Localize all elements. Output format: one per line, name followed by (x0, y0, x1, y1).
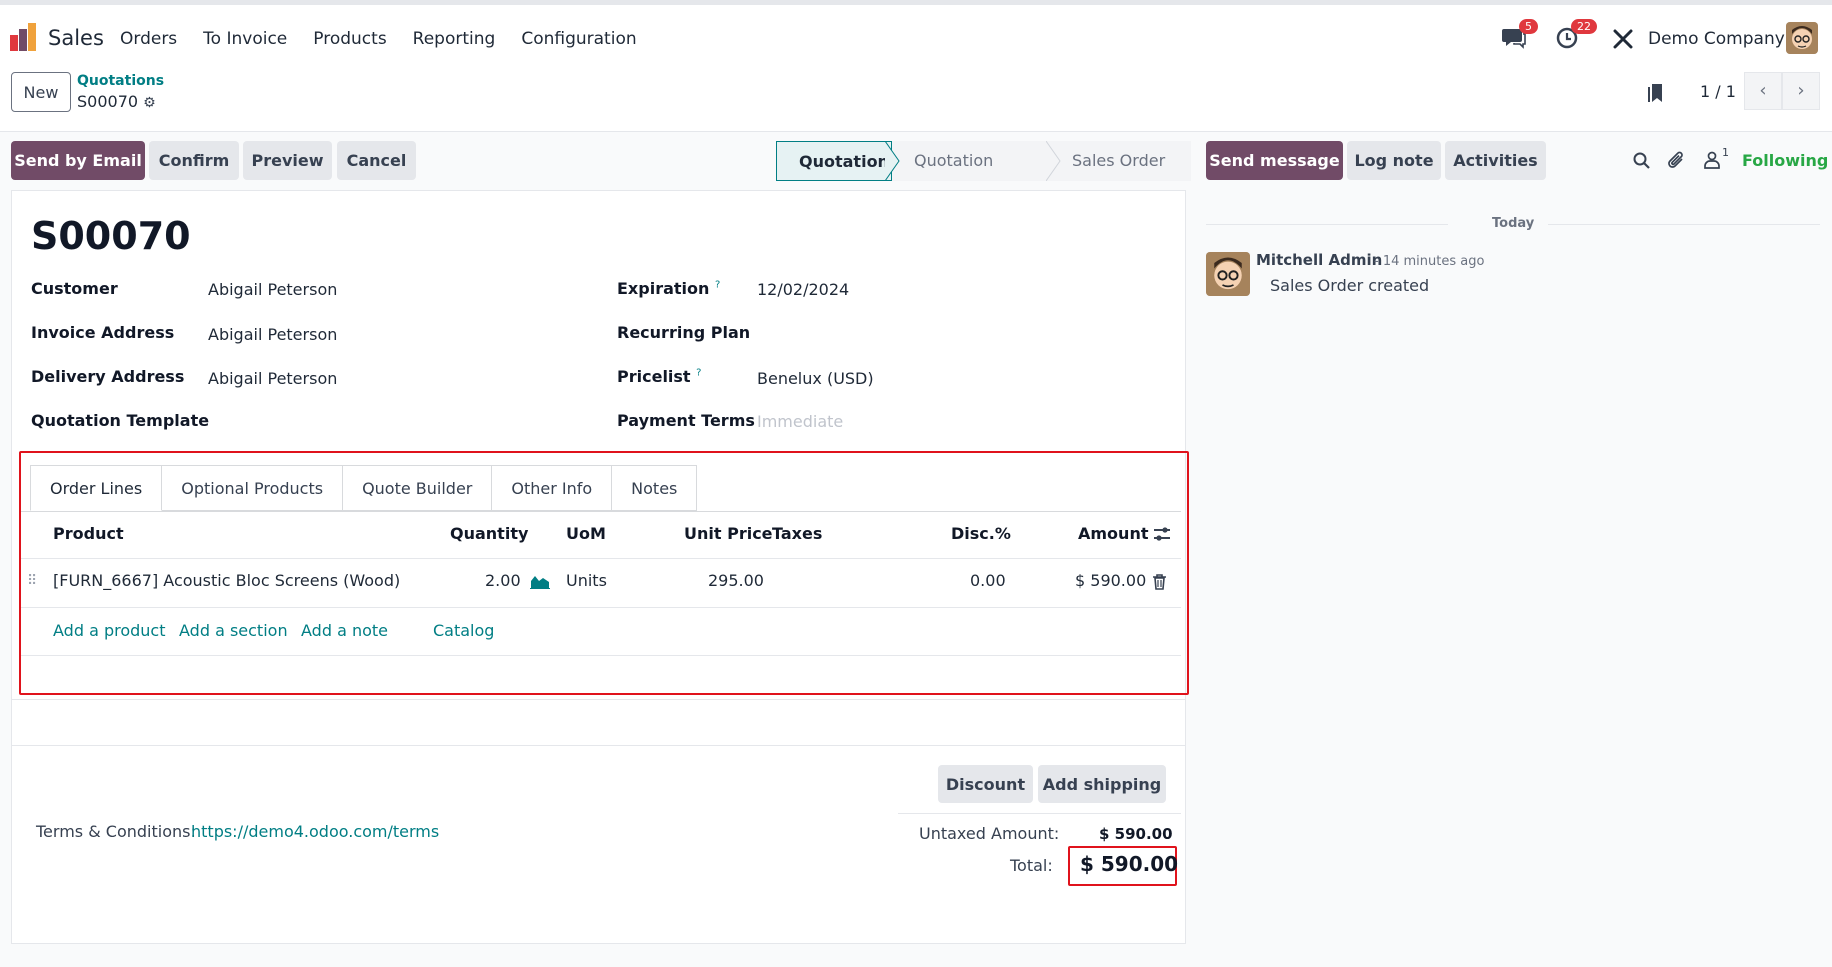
totals-top-divider (898, 813, 1181, 814)
breadcrumb-current: S00070 ⚙ (77, 92, 156, 111)
total-value: $ 590.00 (1080, 852, 1179, 876)
tools-icon[interactable] (1613, 29, 1633, 49)
pager-next-button[interactable]: › (1782, 72, 1820, 110)
invoice-address-label: Invoice Address (31, 323, 175, 342)
delivery-address-label: Delivery Address (31, 367, 185, 386)
following-button[interactable]: Following (1742, 151, 1828, 170)
log-note-button[interactable]: Log note (1347, 141, 1441, 180)
menu-configuration[interactable]: Configuration (521, 29, 636, 49)
cancel-button[interactable]: Cancel (337, 141, 416, 180)
bookmark-icon[interactable] (1648, 82, 1666, 104)
pricelist-field[interactable]: Benelux (USD) (757, 369, 874, 388)
breadcrumb-current-label: S00070 (77, 92, 139, 111)
pager-value[interactable]: 1 / 1 (1700, 82, 1736, 101)
main-menu: Orders To Invoice Products Reporting Con… (120, 29, 637, 49)
order-title: S00070 (31, 214, 191, 258)
recurring-plan-label: Recurring Plan (617, 323, 751, 342)
discount-button[interactable]: Discount (938, 765, 1033, 803)
untaxed-amount-value: $ 590.00 (1099, 825, 1173, 843)
total-label: Total: (1010, 856, 1053, 875)
pricelist-label: Pricelist ? (617, 367, 701, 386)
send-by-email-button[interactable]: Send by Email (11, 141, 145, 180)
send-message-button[interactable]: Send message (1206, 141, 1343, 180)
sales-app-logo[interactable] (10, 23, 40, 51)
author-avatar-face (1206, 252, 1250, 296)
untaxed-amount-label: Untaxed Amount: (919, 824, 1060, 843)
highlight-box-order-lines (19, 451, 1189, 695)
pager-previous-button[interactable]: ‹ (1744, 72, 1782, 110)
table-bottom-divider (11, 699, 1186, 700)
attachment-icon[interactable] (1668, 150, 1686, 170)
menu-products[interactable]: Products (313, 29, 386, 49)
messages-badge: 5 (1519, 19, 1538, 34)
confirm-button[interactable]: Confirm (149, 141, 239, 180)
quotation-template-label: Quotation Template (31, 411, 210, 430)
chevron-right-icon: › (1797, 80, 1805, 101)
expiration-help-icon[interactable]: ? (715, 280, 720, 291)
chevron-left-icon: ‹ (1759, 80, 1767, 101)
expiration-field[interactable]: 12/02/2024 (757, 280, 849, 299)
footer-divider (11, 745, 1186, 746)
new-button[interactable]: New (11, 72, 71, 112)
pricelist-label-text: Pricelist (617, 367, 691, 386)
breadcrumb-quotations[interactable]: Quotations (77, 73, 164, 89)
activities-button[interactable]: Activities (1445, 141, 1546, 180)
customer-field[interactable]: Abigail Peterson (208, 280, 337, 299)
activities-badge: 22 (1571, 19, 1597, 34)
app-name[interactable]: Sales (48, 26, 104, 50)
status-bar: Quotation Quotation Sent Sales Order (776, 141, 1191, 210)
add-shipping-button[interactable]: Add shipping (1038, 765, 1166, 803)
top-navbar: Sales Orders To Invoice Products Reporti… (0, 0, 1832, 68)
message-body: Sales Order created (1270, 276, 1430, 295)
stage-sales-order[interactable]: Sales Order (1050, 141, 1191, 181)
stage-quotation[interactable]: Quotation (776, 141, 892, 181)
expiration-label-text: Expiration (617, 279, 710, 298)
user-avatar-face (1786, 22, 1818, 54)
terms-label: Terms & Conditions: (36, 822, 196, 841)
stage-quotation-sent[interactable]: Quotation Sent (892, 141, 1050, 210)
expiration-label: Expiration ? (617, 279, 720, 298)
terms-link[interactable]: https://demo4.odoo.com/terms (191, 822, 439, 841)
search-icon[interactable] (1633, 152, 1651, 170)
payment-terms-field[interactable]: Immediate (757, 412, 843, 431)
gear-icon[interactable]: ⚙ (143, 95, 156, 111)
company-switcher[interactable]: Demo Company (1648, 29, 1785, 49)
customer-label: Customer (31, 279, 118, 298)
menu-reporting[interactable]: Reporting (413, 29, 496, 49)
date-separator-line-right (1548, 224, 1820, 225)
menu-to-invoice[interactable]: To Invoice (203, 29, 287, 49)
date-separator-line-left (1206, 224, 1448, 225)
followers-icon[interactable] (1704, 151, 1720, 169)
menu-orders[interactable]: Orders (120, 29, 177, 49)
message-time: - 14 minutes ago (1374, 254, 1485, 269)
payment-terms-label: Payment Terms (617, 411, 755, 430)
message-author[interactable]: Mitchell Admin (1256, 251, 1382, 269)
delivery-address-field[interactable]: Abigail Peterson (208, 369, 337, 388)
followers-count: 1 (1722, 146, 1729, 159)
status-arrows (885, 141, 900, 181)
author-avatar[interactable] (1206, 252, 1250, 296)
preview-button[interactable]: Preview (243, 141, 332, 180)
user-avatar[interactable] (1786, 22, 1818, 54)
status-arrow-2 (1046, 141, 1061, 181)
control-panel: New Quotations S00070 ⚙ 1 / 1 ‹ › (0, 68, 1832, 132)
date-separator: Today (1492, 216, 1535, 231)
chatter-panel: Send message Log note Activities 1 Follo… (1196, 132, 1832, 967)
pricelist-help-icon[interactable]: ? (696, 368, 701, 379)
invoice-address-field[interactable]: Abigail Peterson (208, 325, 337, 344)
